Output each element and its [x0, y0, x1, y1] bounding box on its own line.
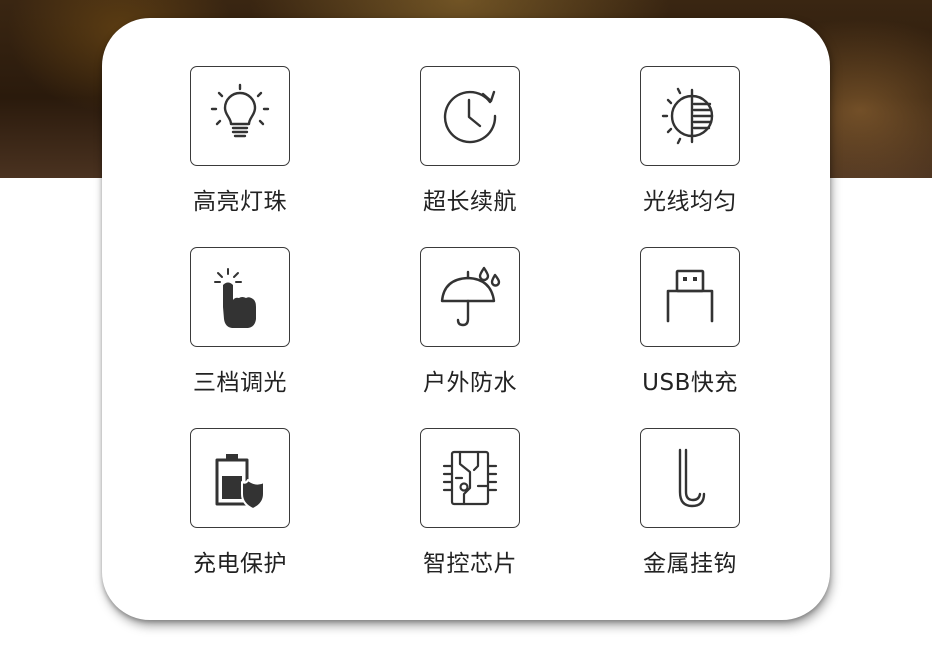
feature-label: 智控芯片 [423, 551, 517, 577]
features-card: 高亮灯珠 超长续航 光线均匀 三档调光 户外防水 USB快充 充电保护 智控芯片… [102, 18, 830, 620]
finger-tap-icon [190, 247, 290, 347]
hook-icon [640, 428, 740, 528]
even-light-icon [640, 66, 740, 166]
feature-label: USB快充 [642, 370, 738, 396]
lightbulb-icon [190, 66, 290, 166]
feature-label: 高亮灯珠 [193, 189, 287, 215]
battery-shield-icon [190, 428, 290, 528]
feature-label: 户外防水 [423, 370, 517, 396]
umbrella-icon [420, 247, 520, 347]
usb-icon [640, 247, 740, 347]
chip-icon [420, 428, 520, 528]
feature-label: 充电保护 [193, 551, 287, 577]
feature-label: 金属挂钩 [643, 551, 737, 577]
feature-label: 三档调光 [193, 370, 287, 396]
feature-label: 超长续航 [423, 189, 517, 215]
feature-label: 光线均匀 [643, 189, 737, 215]
clock-icon [420, 66, 520, 166]
